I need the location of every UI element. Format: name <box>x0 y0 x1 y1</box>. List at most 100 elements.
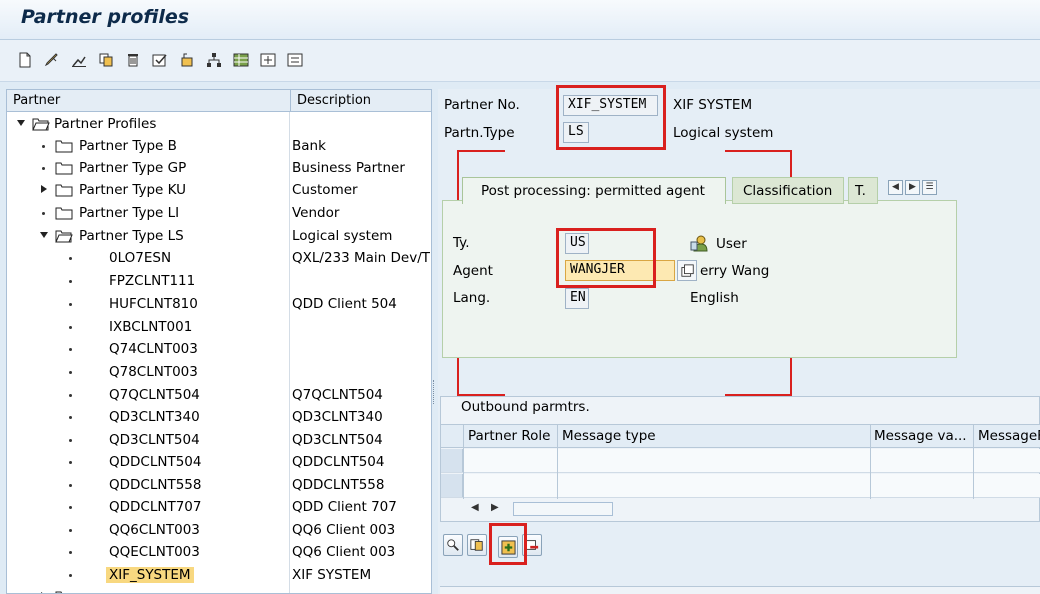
tree-item[interactable]: QDDCLNT707 QDD Client 707 <box>7 497 431 519</box>
folder-icon <box>55 591 63 593</box>
table-icon[interactable] <box>231 50 251 70</box>
next-section-edge <box>440 586 1040 594</box>
tree-item[interactable]: HUFCLNT810 QDD Client 504 <box>7 294 431 316</box>
tree-item-label: IXBCLNT001 <box>109 319 193 335</box>
tab-partial[interactable]: T. <box>848 177 878 204</box>
tree-item[interactable]: QDDCLNT558 QDDCLNT558 <box>7 475 431 497</box>
tree-node-root[interactable]: Partner Profiles <box>7 114 431 136</box>
tree-item-label: QDDCLNT707 <box>109 499 202 515</box>
highlight-box-agent <box>556 228 656 288</box>
tab-post-processing[interactable]: Post processing: permitted agent <box>462 177 726 204</box>
panel-splitter[interactable] <box>433 380 436 404</box>
tree-node-type-b[interactable]: Partner Type B Bank <box>7 136 431 158</box>
tree-item[interactable]: Q7QCLNT504 Q7QCLNT504 <box>7 385 431 407</box>
tree-item-desc: QDDCLNT558 <box>292 477 385 493</box>
tree-item-desc: QD3CLNT504 <box>292 432 383 448</box>
partner-no-label: Partner No. <box>444 97 520 113</box>
tree-node-label: Partner Type KU <box>79 182 187 198</box>
tree-item[interactable]: QD3CLNT340 QD3CLNT340 <box>7 407 431 429</box>
tree-item[interactable]: QDDCLNT504 QDDCLNT504 <box>7 452 431 474</box>
tree-item-label: QQECLNT003 <box>109 544 200 560</box>
scroll-left-icon[interactable]: ◀ <box>471 502 479 513</box>
tree-node-desc: Business Partner <box>292 160 405 176</box>
window-title: Partner profiles <box>21 6 190 28</box>
tab-scroll-left-icon[interactable]: ◀ <box>888 180 903 195</box>
f4-help-icon[interactable] <box>677 260 697 281</box>
scroll-thumb[interactable] <box>513 502 613 516</box>
tree-item-selected[interactable]: XIF_SYSTEM XIF SYSTEM <box>7 565 431 587</box>
lang-field[interactable]: EN <box>565 288 589 309</box>
tree-item[interactable]: Q74CLNT003 <box>7 339 431 361</box>
tab-label: T. <box>855 183 866 199</box>
tab-classification[interactable]: Classification <box>732 177 844 204</box>
tree-item-label: QDDCLNT558 <box>109 477 202 493</box>
hierarchy-icon[interactable] <box>204 50 224 70</box>
tab-scroll-right-icon[interactable]: ▶ <box>905 180 920 195</box>
tree-item-desc: QQ6 Client 003 <box>292 522 396 538</box>
tree-item-label: FPZCLNT111 <box>109 273 196 289</box>
folder-icon <box>55 162 73 175</box>
expanded-icon[interactable] <box>17 120 25 126</box>
delete-icon[interactable] <box>123 50 143 70</box>
tree-node-type-li[interactable]: Partner Type LI Vendor <box>7 203 431 225</box>
tree-item[interactable]: QQ6CLNT003 QQ6 Client 003 <box>7 520 431 542</box>
tree-item[interactable]: 0LO7ESN QXL/233 Main Dev/T <box>7 248 431 270</box>
tree-item-label: Q74CLNT003 <box>109 341 198 357</box>
tree-item[interactable]: QQECLNT003 QQ6 Client 003 <box>7 542 431 564</box>
table-row[interactable] <box>441 474 1040 498</box>
tree-item[interactable]: IXBCLNT001 <box>7 317 431 339</box>
tree-item[interactable]: QD3CLNT504 QD3CLNT504 <box>7 430 431 452</box>
row-selector[interactable] <box>441 449 463 472</box>
tree-item-label: HUFCLNT810 <box>109 296 198 312</box>
collapse-icon[interactable] <box>285 50 305 70</box>
col-partner-role[interactable]: Partner Role <box>468 428 550 444</box>
expanded-icon[interactable] <box>40 232 48 238</box>
tab-list-icon[interactable]: ☰ <box>922 180 937 195</box>
column-header-partner[interactable]: Partner <box>13 93 60 108</box>
tree-node-label: Partner Type B <box>79 138 177 154</box>
tree-node-type-ls[interactable]: Partner Type LS Logical system <box>7 226 431 248</box>
expand-icon[interactable] <box>258 50 278 70</box>
col-message-type[interactable]: Message type <box>562 428 656 444</box>
col-message-function[interactable]: MessageF <box>978 428 1040 444</box>
details-button[interactable] <box>443 534 463 556</box>
table-row[interactable] <box>441 449 1040 473</box>
collapsed-icon[interactable] <box>41 185 47 193</box>
row-selector[interactable] <box>441 474 463 497</box>
tree-header: Partner Description <box>7 90 431 112</box>
highlight-box-partner <box>556 85 666 150</box>
tree-node-label: Partner Type LI <box>79 205 180 221</box>
horizontal-scrollbar[interactable]: ◀ ▶ <box>463 500 1040 518</box>
copy-icon[interactable] <box>96 50 116 70</box>
app-toolbar <box>0 40 1040 82</box>
tree-item-desc: QD3CLNT340 <box>292 409 383 425</box>
tree-node-partial[interactable] <box>7 587 431 593</box>
tree-item-desc: QDD Client 707 <box>292 499 397 515</box>
tree-item[interactable]: Q78CLNT003 <box>7 362 431 384</box>
tree-node-type-gp[interactable]: Partner Type GP Business Partner <box>7 158 431 180</box>
lang-label: Lang. <box>453 290 491 306</box>
copy-row-button[interactable] <box>467 534 487 556</box>
tree-item-label: Q7QCLNT504 <box>109 387 200 403</box>
tree-item-desc: QDDCLNT504 <box>292 454 385 470</box>
edit-icon[interactable] <box>42 50 62 70</box>
transfer-icon[interactable] <box>177 50 197 70</box>
tree-item-desc: XIF SYSTEM <box>292 567 372 583</box>
title-bar: Partner profiles <box>0 0 1040 40</box>
tree-item[interactable]: FPZCLNT111 <box>7 271 431 293</box>
open-folder-icon <box>55 230 73 243</box>
tree-node-type-ku[interactable]: Partner Type KU Customer <box>7 180 431 202</box>
check-icon[interactable] <box>150 50 170 70</box>
tree-node-desc: Bank <box>292 138 326 154</box>
tree-item-label: XIF_SYSTEM <box>106 567 194 583</box>
scroll-right-icon[interactable]: ▶ <box>491 502 499 513</box>
tree-node-label: Partner Type LS <box>79 228 184 244</box>
partner-no-text: XIF SYSTEM <box>673 97 753 113</box>
column-header-description[interactable]: Description <box>290 90 431 112</box>
display-icon[interactable] <box>69 50 89 70</box>
new-icon[interactable] <box>15 50 35 70</box>
open-folder-icon <box>32 118 50 131</box>
user-icon <box>690 235 708 252</box>
folder-icon <box>55 184 73 197</box>
col-message-variant[interactable]: Message va... <box>874 428 967 444</box>
